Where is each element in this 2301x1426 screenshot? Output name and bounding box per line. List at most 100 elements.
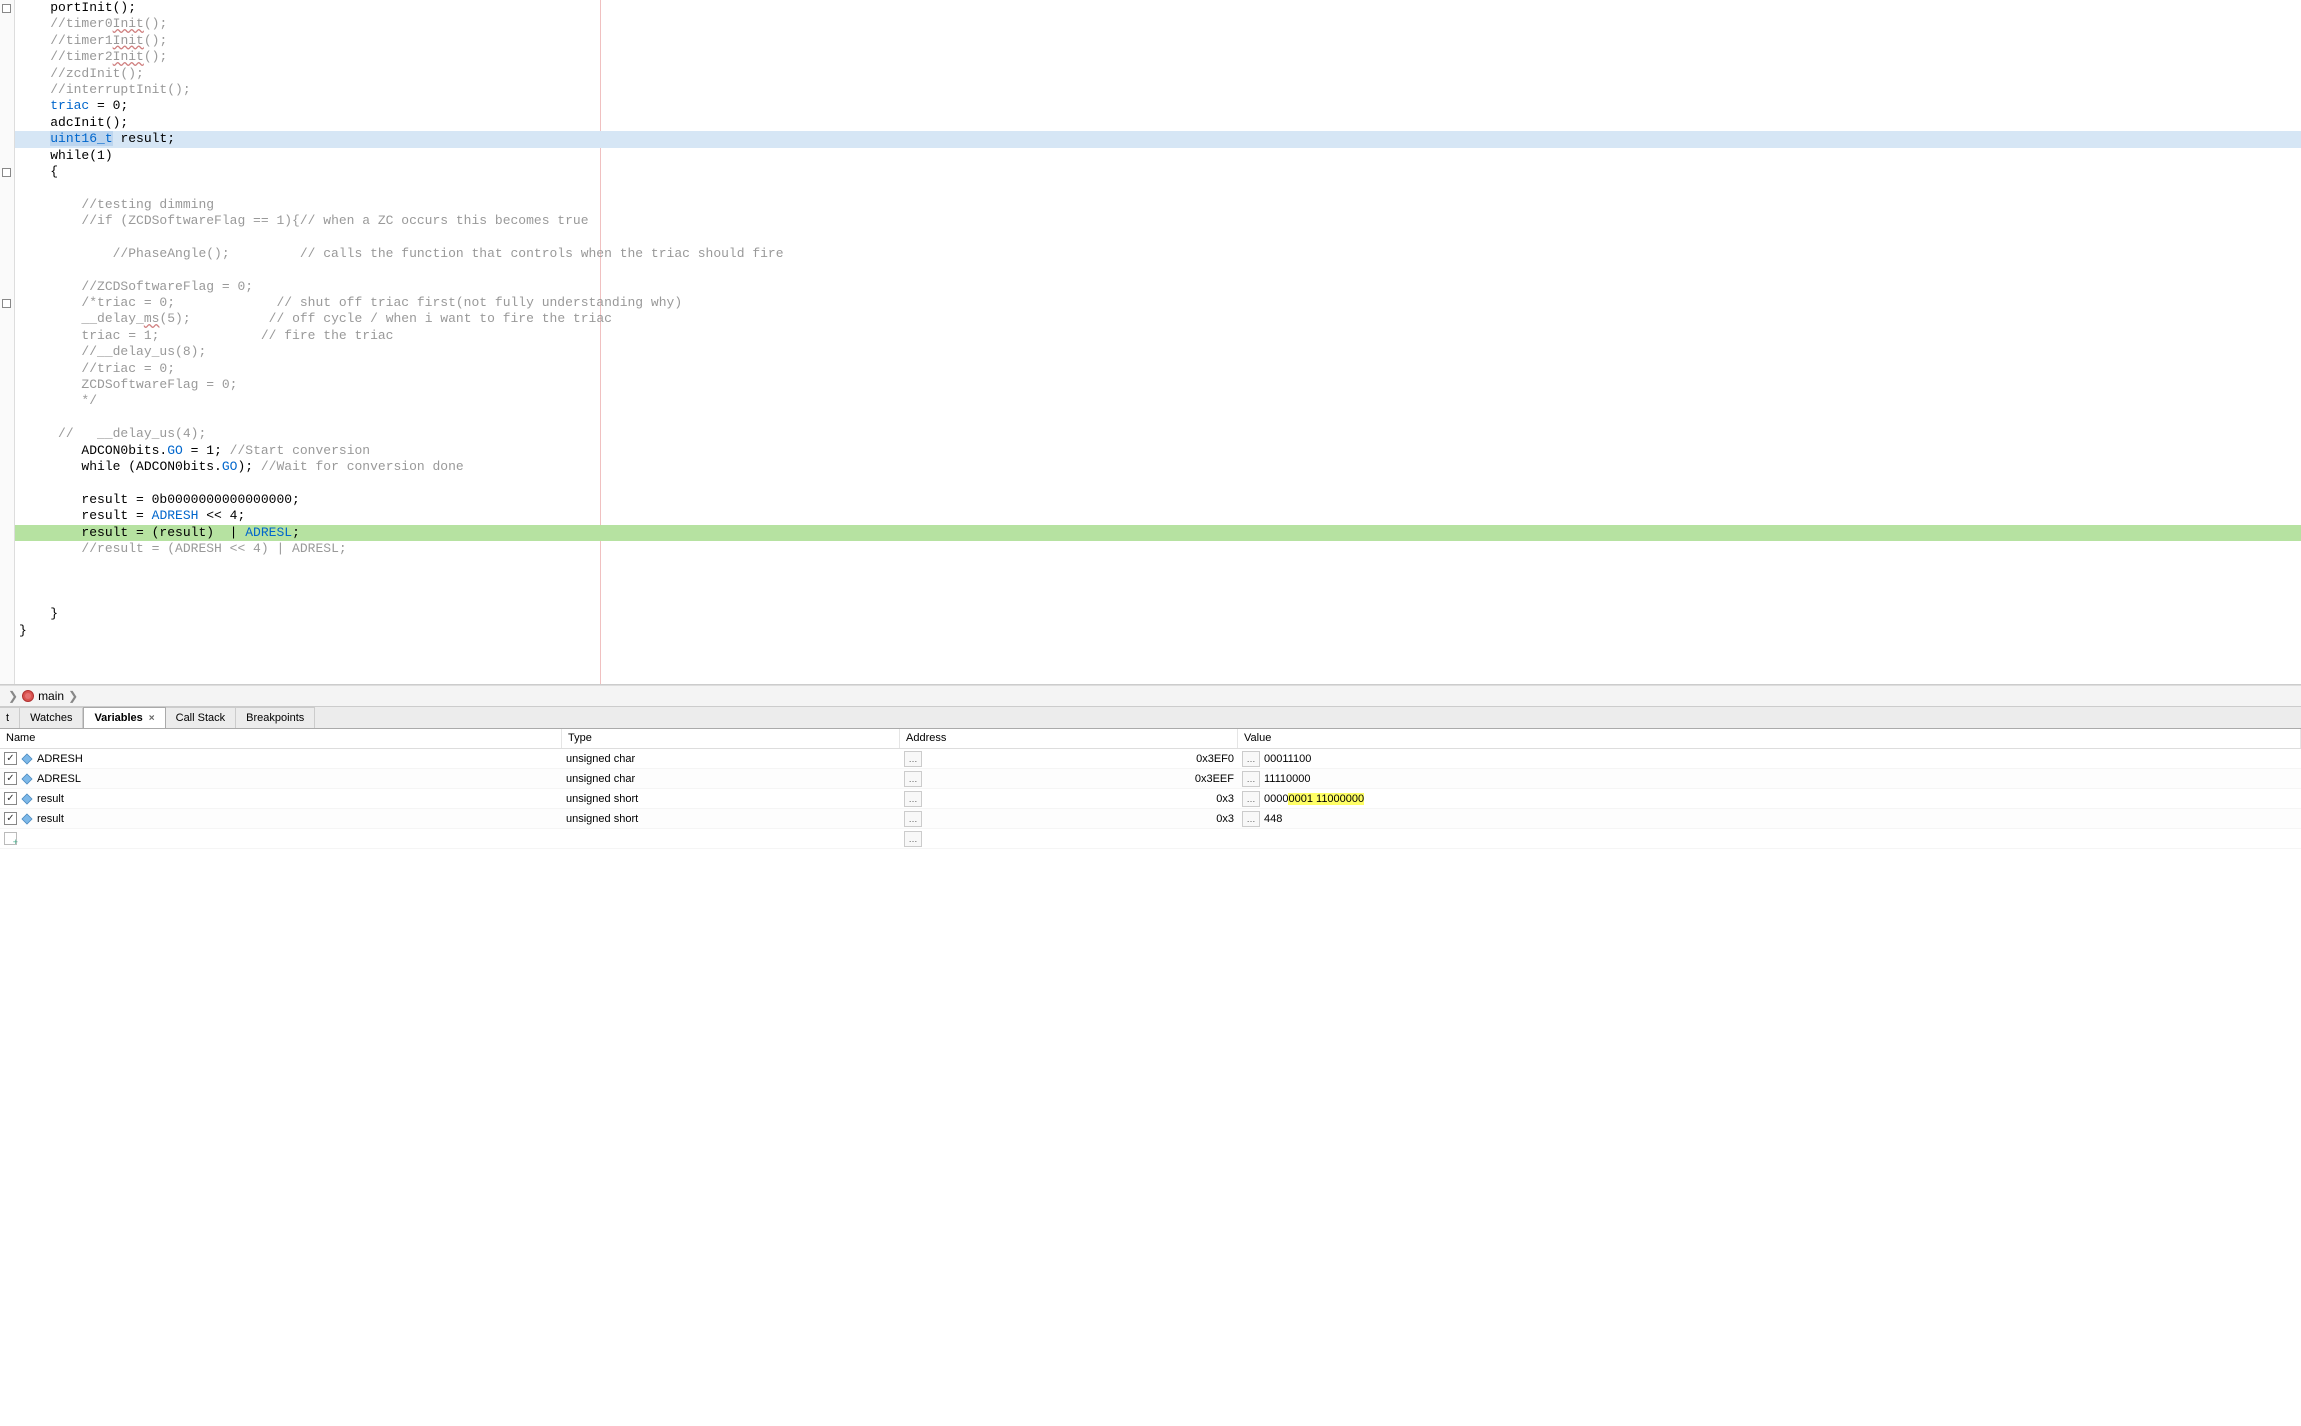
tab-label: Call Stack [176,712,226,724]
table-row[interactable]: ✓resultunsigned short…0x3… 00000001 11000… [0,789,2301,809]
code-line[interactable]: result = ADRESH << 4; [15,508,2301,524]
code-line[interactable]: //if (ZCDSoftwareFlag == 1){// when a ZC… [15,213,2301,229]
tab-label: Breakpoints [246,712,304,724]
code-line[interactable]: result = (result) | ADRESL; [15,525,2301,541]
tab-breakpoints[interactable]: Breakpoints [236,707,315,728]
ellipsis-button[interactable]: … [904,771,922,787]
code-line[interactable]: //testing dimming [15,197,2301,213]
code-editor[interactable]: portInit(); //timer0Init(); //timer1Init… [0,0,2301,685]
code-line[interactable]: } [15,623,2301,639]
code-line[interactable]: //timer2Init(); [15,49,2301,65]
ellipsis-button[interactable]: … [904,811,922,827]
address-value: 0x3EEF [1195,773,1234,785]
code-line[interactable]: portInit(); [15,0,2301,16]
chevron-right-icon: ❯ [64,689,82,703]
code-line[interactable]: adcInit(); [15,115,2301,131]
code-line[interactable]: //triac = 0; [15,361,2301,377]
value-text: 448 [1264,813,1282,825]
checkbox[interactable]: ✓ [4,812,17,825]
code-line[interactable]: //timer0Init(); [15,16,2301,32]
value-text: 11110000 [1264,773,1311,785]
code-line[interactable]: //zcdInit(); [15,66,2301,82]
code-line[interactable]: result = 0b0000000000000000; [15,492,2301,508]
code-line[interactable]: while(1) [15,148,2301,164]
ellipsis-button[interactable]: … [904,831,922,847]
code-line[interactable]: //result = (ADRESH << 4) | ADRESL; [15,541,2301,557]
code-line[interactable]: //timer1Init(); [15,33,2301,49]
code-line[interactable]: uint16_t result; [15,131,2301,147]
cell-type: unsigned short [562,791,900,807]
cell-value: … 00000001 11000000 [1238,789,2301,809]
fold-mark[interactable] [2,4,11,13]
address-value: 0x3EF0 [1196,753,1234,765]
cell-address: … 0x3EF0 [900,749,1238,769]
code-line[interactable]: ZCDSoftwareFlag = 0; [15,377,2301,393]
cell-value: … 11110000 [1238,769,2301,789]
value-text: 00000001 11000000 [1264,793,1364,805]
ellipsis-button[interactable]: … [1242,811,1260,827]
code-line[interactable]: triac = 1; // fire the triac [15,328,2301,344]
new-watch-row[interactable]: … [0,829,2301,849]
tab-t[interactable]: t [0,707,20,728]
code-line[interactable] [15,557,2301,573]
cell-address: … 0x3EEF [900,769,1238,789]
code-line[interactable]: ADCON0bits.GO = 1; //Start conversion [15,443,2301,459]
cell-name: ✓result [0,790,562,807]
code-line[interactable]: //ZCDSoftwareFlag = 0; [15,279,2301,295]
code-line[interactable]: { [15,164,2301,180]
tab-call-stack[interactable]: Call Stack [166,707,237,728]
table-row[interactable]: ✓ADRESHunsigned char…0x3EF0…00011100 [0,749,2301,769]
col-header-address[interactable]: Address [900,729,1238,748]
tab-variables[interactable]: Variables × [83,707,165,728]
stop-icon [22,690,34,702]
code-line[interactable] [15,229,2301,245]
col-header-type[interactable]: Type [562,729,900,748]
breadcrumb-item[interactable]: main [38,689,64,703]
code-line[interactable]: /*triac = 0; // shut off triac first(not… [15,295,2301,311]
fold-mark[interactable] [2,168,11,177]
var-name: ADRESH [37,753,83,765]
code-line[interactable] [15,180,2301,196]
cell-address: …0x3 [900,789,1238,809]
tab-watches[interactable]: Watches [20,707,83,728]
code-line[interactable]: */ [15,393,2301,409]
chevron-right-icon: ❯ [4,689,22,703]
code-line[interactable]: //interruptInit(); [15,82,2301,98]
code-line[interactable] [15,574,2301,590]
code-line[interactable]: //PhaseAngle(); // calls the function th… [15,246,2301,262]
table-row[interactable]: ✓resultunsigned short…0x3…448 [0,809,2301,829]
col-header-value[interactable]: Value [1238,729,2301,748]
code-line[interactable]: __delay_ms(5); // off cycle / when i wan… [15,311,2301,327]
value-text: 00011100 [1264,753,1311,765]
checkbox[interactable]: ✓ [4,792,17,805]
checkbox[interactable]: ✓ [4,752,17,765]
ellipsis-button[interactable]: … [904,751,922,767]
code-line[interactable]: while (ADCON0bits.GO); //Wait for conver… [15,459,2301,475]
code-line[interactable] [15,590,2301,606]
panel-tabs: t Watches Variables × Call Stack Breakpoints [0,707,2301,729]
ellipsis-button[interactable]: … [1242,771,1260,787]
col-header-name[interactable]: Name [0,729,562,748]
ellipsis-button[interactable]: … [904,791,922,807]
code-line[interactable]: triac = 0; [15,98,2301,114]
checkbox[interactable]: ✓ [4,772,17,785]
code-line[interactable] [15,262,2301,278]
code-line[interactable] [15,475,2301,491]
code-content[interactable]: portInit(); //timer0Init(); //timer1Init… [15,0,2301,639]
tab-label: Watches [30,712,72,724]
tab-label: t [6,712,9,724]
table-row[interactable]: ✓ADRESLunsigned char…0x3EEF…11110000 [0,769,2301,789]
code-line[interactable]: //__delay_us(8); [15,344,2301,360]
variables-header: Name Type Address Value [0,729,2301,749]
diamond-icon [21,773,33,785]
code-line[interactable] [15,410,2301,426]
editor-gutter [0,0,15,684]
new-watch-icon [4,832,17,845]
tab-label: Variables [94,712,142,724]
fold-mark[interactable] [2,299,11,308]
ellipsis-button[interactable]: … [1242,751,1260,767]
ellipsis-button[interactable]: … [1242,791,1260,807]
code-line[interactable]: // __delay_us(4); [15,426,2301,442]
close-icon[interactable]: × [149,713,155,724]
code-line[interactable]: } [15,606,2301,622]
